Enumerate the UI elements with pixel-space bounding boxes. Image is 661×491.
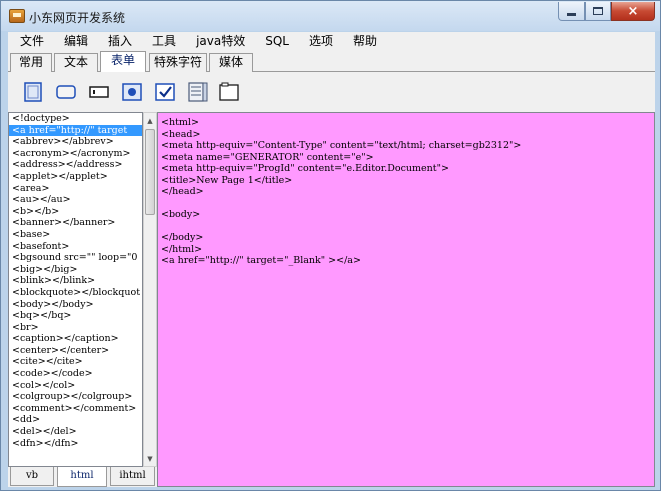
code-line: <title>New Page 1</title> <box>161 174 293 186</box>
maximize-button[interactable] <box>585 2 611 21</box>
close-icon: × <box>627 3 639 19</box>
scrollbar-thumb[interactable] <box>145 129 155 215</box>
tag-list-item[interactable]: <blockquote></blockquot <box>9 287 142 299</box>
tab-vb[interactable]: vb <box>10 467 54 486</box>
tag-list-item[interactable]: <br> <box>9 322 142 334</box>
code-line: <meta name="GENERATOR" content="e"> <box>161 151 374 163</box>
tab-ihtml[interactable]: ihtml <box>110 467 155 486</box>
tag-list-item[interactable]: <del></del> <box>9 426 142 438</box>
tag-list-item[interactable]: <dd> <box>9 414 142 426</box>
tab-html[interactable]: html <box>57 467 107 487</box>
code-line: <meta http-equiv="Content-Type" content=… <box>161 140 522 151</box>
tag-list-item[interactable]: <au></au> <box>9 194 142 206</box>
scroll-up-arrow-icon[interactable]: ▲ <box>144 114 156 128</box>
frame-tool-button[interactable] <box>218 81 240 103</box>
tag-list-item[interactable]: <applet></applet> <box>9 171 142 183</box>
html-tag-list[interactable]: <!doctype> <a href="http://" target <abbre… <box>8 112 143 467</box>
minimize-icon <box>567 12 576 16</box>
tag-list-item[interactable]: <center></center> <box>9 345 142 357</box>
tag-list-item[interactable]: <col></col> <box>9 380 142 392</box>
tag-list-item[interactable]: <banner></banner> <box>9 217 142 229</box>
code-line: </body> <box>161 232 204 243</box>
textbox-icon <box>89 86 109 98</box>
tag-list-item[interactable]: <caption></caption> <box>9 333 142 345</box>
tag-list-item[interactable]: <dfn></dfn> <box>9 438 142 450</box>
menu-file[interactable]: 文件 <box>8 32 54 51</box>
code-editor[interactable]: <html> <head> <meta http-equiv="Content-Ty… <box>157 112 655 487</box>
tab-common[interactable]: 常用 <box>10 53 52 72</box>
tag-list-item[interactable]: <code></code> <box>9 368 142 380</box>
tag-list-item[interactable]: <base> <box>9 229 142 241</box>
tab-special-chars[interactable]: 特殊字符 <box>149 53 207 72</box>
tag-list-item[interactable]: <b></b> <box>9 206 142 218</box>
tag-list-item[interactable]: <acronym></acronym> <box>9 148 142 160</box>
menu-bar: 文件 编辑 插入 工具 java特效 SQL 选项 帮助 <box>8 32 655 51</box>
scroll-down-arrow-icon[interactable]: ▼ <box>144 452 156 466</box>
textbox-tool-button[interactable] <box>88 81 110 103</box>
tag-list-item[interactable]: <bq></bq> <box>9 310 142 322</box>
tag-list-item[interactable]: <basefont> <box>9 241 142 253</box>
menu-java-effects[interactable]: java特效 <box>186 32 255 51</box>
window-title: 小东网页开发系统 <box>29 11 126 25</box>
code-line: </html> <box>161 243 203 255</box>
tag-list-item[interactable]: <address></address> <box>9 159 142 171</box>
checkbox-icon <box>155 83 175 101</box>
button-tool-button[interactable] <box>55 81 77 103</box>
tag-list-item[interactable]: <a href="http://" target <box>9 124 142 137</box>
tab-media[interactable]: 媒体 <box>209 53 253 72</box>
code-line: <html> <box>161 117 199 128</box>
menu-help[interactable]: 帮助 <box>343 32 387 51</box>
code-line: </head> <box>161 186 204 197</box>
menu-options[interactable]: 选项 <box>299 32 343 51</box>
radio-icon <box>122 83 142 101</box>
code-line: <a href="http://" target="_Blank" ></a> <box>161 255 361 266</box>
app-window: 小东网页开发系统 × 文件 编辑 插入 工具 java特效 SQL 选项 帮助 … <box>0 0 661 491</box>
menu-edit[interactable]: 编辑 <box>54 32 98 51</box>
code-line: <meta http-equiv="ProgId" content="e.Edi… <box>161 163 449 174</box>
maximize-icon <box>593 7 603 15</box>
menu-tools[interactable]: 工具 <box>142 32 186 51</box>
checkbox-tool-button[interactable] <box>154 81 176 103</box>
close-button[interactable]: × <box>611 2 655 21</box>
form-icon <box>24 82 42 102</box>
language-tab-strip: vb html ihtml <box>8 467 157 487</box>
category-tab-strip: 常用 文本 表单 特殊字符 媒体 <box>8 51 655 73</box>
title-bar[interactable]: 小东网页开发系统 × <box>1 1 660 31</box>
tab-form[interactable]: 表单 <box>100 51 146 73</box>
tag-list-item[interactable]: <blink></blink> <box>9 275 142 287</box>
minimize-button[interactable] <box>558 2 585 21</box>
tag-list-item[interactable]: <comment></comment> <box>9 403 142 415</box>
tag-list-item[interactable]: <abbrev></abbrev> <box>9 136 142 148</box>
app-logo-icon <box>9 9 25 23</box>
tab-text[interactable]: 文本 <box>54 53 98 72</box>
code-line: <head> <box>161 128 201 140</box>
frame-icon <box>219 82 239 101</box>
tag-list-item[interactable]: <bgsound src="" loop="0 <box>9 252 142 264</box>
tag-list-item[interactable]: <!doctype> <box>9 113 142 125</box>
tag-list-item[interactable]: <big></big> <box>9 264 142 276</box>
radio-tool-button[interactable] <box>121 81 143 103</box>
menu-insert[interactable]: 插入 <box>98 32 142 51</box>
tag-list-item[interactable]: <cite></cite> <box>9 356 142 368</box>
list-icon <box>188 82 208 102</box>
button-icon <box>56 85 76 99</box>
code-line: <body> <box>161 209 201 220</box>
form-tool-button[interactable] <box>22 81 44 103</box>
menu-sql[interactable]: SQL <box>255 32 299 51</box>
tag-list-item[interactable]: <area> <box>9 183 142 195</box>
list-tool-button[interactable] <box>187 81 209 103</box>
tag-list-item[interactable]: <body></body> <box>9 299 142 311</box>
form-toolbar <box>8 72 655 112</box>
tag-list-item[interactable]: <colgroup></colgroup> <box>9 391 142 403</box>
tag-list-scrollbar[interactable]: ▲ ▼ <box>143 112 157 467</box>
